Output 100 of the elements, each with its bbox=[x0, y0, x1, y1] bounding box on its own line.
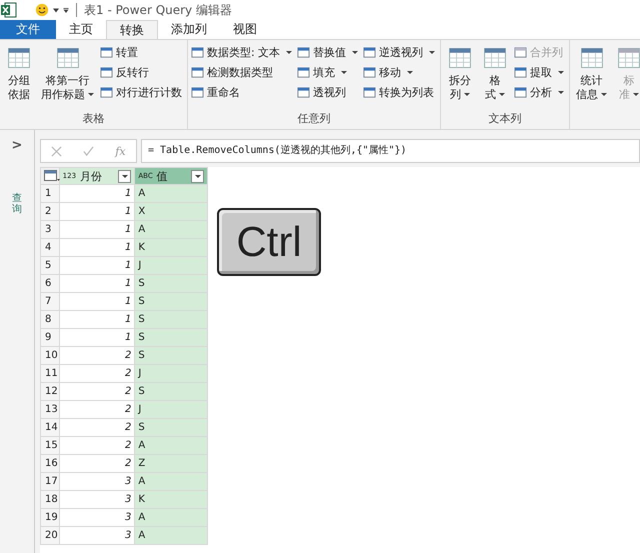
row-number: 9 bbox=[40, 328, 60, 346]
ribbon-button[interactable]: 检测数据类型 bbox=[191, 63, 294, 81]
ribbon-button[interactable]: 转置 bbox=[100, 43, 184, 61]
ribbon-tab[interactable]: 文件 bbox=[0, 20, 56, 39]
ribbon-button[interactable]: 将第一行 用作标题 bbox=[38, 43, 97, 111]
check-icon[interactable] bbox=[83, 146, 94, 156]
ribbon-tab[interactable]: 添加列 bbox=[158, 20, 220, 39]
table-icon bbox=[363, 86, 376, 98]
table-cell: Z bbox=[134, 454, 208, 472]
row-number: 6 bbox=[40, 274, 60, 292]
row-number: 13 bbox=[40, 400, 60, 418]
table-cell: 2 bbox=[59, 346, 135, 364]
table-cell: 3 bbox=[59, 490, 135, 508]
table-icon bbox=[297, 46, 310, 58]
ribbon-button[interactable]: 提取 bbox=[514, 63, 566, 81]
table-cell: S bbox=[134, 382, 208, 400]
ribbon-tab[interactable]: 转换 bbox=[106, 20, 158, 39]
row-number: 2 bbox=[40, 202, 60, 220]
row-number: 1 bbox=[40, 184, 60, 202]
table-icon bbox=[100, 86, 113, 98]
ribbon-button[interactable]: 分析 bbox=[514, 83, 566, 101]
row-number: 19 bbox=[40, 508, 60, 526]
table-icon bbox=[100, 46, 113, 58]
table-icon bbox=[6, 45, 32, 71]
window-title: 表1 - Power Query 编辑器 bbox=[84, 2, 232, 18]
table-cell: A bbox=[134, 436, 208, 454]
table-icon bbox=[514, 66, 528, 78]
row-number: 4 bbox=[40, 238, 60, 256]
table-icon bbox=[100, 66, 113, 78]
ribbon-tab[interactable]: 视图 bbox=[220, 20, 270, 39]
table-cell: S bbox=[134, 310, 208, 328]
customize-icon[interactable] bbox=[63, 8, 69, 12]
ribbon-button[interactable]: 对行进行计数 bbox=[100, 83, 184, 101]
table-cell: 2 bbox=[59, 418, 135, 436]
table-cell: 2 bbox=[59, 436, 135, 454]
table-icon bbox=[514, 86, 528, 98]
caret-icon[interactable] bbox=[53, 8, 59, 12]
table-cell: S bbox=[134, 274, 208, 292]
ribbon-button[interactable]: 透视列 bbox=[297, 83, 360, 101]
ribbon-button[interactable]: 反转行 bbox=[100, 63, 184, 81]
table-cell: J bbox=[134, 364, 208, 382]
group-label: 文本列 bbox=[488, 111, 523, 127]
table-cell: 1 bbox=[59, 220, 135, 238]
row-number: 10 bbox=[40, 346, 60, 364]
table-icon bbox=[363, 46, 376, 58]
ribbon-button[interactable]: 数据类型: 文本 bbox=[191, 43, 294, 61]
row-number: 7 bbox=[40, 292, 60, 310]
table-cell: 2 bbox=[59, 400, 135, 418]
ribbon-button[interactable]: 逆透视列 bbox=[363, 43, 438, 61]
table-cell: 3 bbox=[59, 526, 135, 544]
ribbon-button[interactable]: 重命名 bbox=[191, 83, 294, 101]
row-number: 17 bbox=[40, 472, 60, 490]
table-icon bbox=[191, 66, 204, 78]
table-cell: 1 bbox=[59, 184, 135, 202]
ribbon-button[interactable]: 拆分 列 bbox=[444, 43, 476, 111]
table-cell: X bbox=[134, 202, 208, 220]
formula-field[interactable]: = Table.RemoveColumns(逆透视的其他列,{"属性"}) bbox=[141, 139, 640, 163]
table-icon bbox=[482, 45, 508, 71]
row-number: 8 bbox=[40, 310, 60, 328]
table-cell: A bbox=[134, 184, 208, 202]
table-cell: A bbox=[134, 220, 208, 238]
table-cell: 1 bbox=[59, 328, 135, 346]
ribbon-button[interactable]: 分组 依据 bbox=[3, 43, 35, 111]
ribbon-button[interactable]: 移动 bbox=[363, 63, 438, 81]
expand-toggle[interactable]: > bbox=[12, 138, 22, 153]
ribbon-button[interactable]: 转换为列表 bbox=[363, 83, 438, 101]
table-cell: J bbox=[134, 256, 208, 274]
ribbon-button[interactable]: 统计 信息 bbox=[573, 43, 610, 129]
table-cell: S bbox=[134, 292, 208, 310]
queries-label: 查询 bbox=[12, 193, 22, 215]
row-number: 12 bbox=[40, 382, 60, 400]
table-cell: A bbox=[134, 472, 208, 490]
table-cell: 3 bbox=[59, 472, 135, 490]
ribbon-button[interactable]: 格 式 bbox=[479, 43, 512, 111]
group-label: 表格 bbox=[82, 111, 106, 127]
table-cell: S bbox=[134, 418, 208, 436]
table-cell: K bbox=[134, 490, 208, 508]
row-number: 3 bbox=[40, 220, 60, 238]
smiley-icon[interactable] bbox=[35, 3, 49, 17]
table-cell: J bbox=[134, 400, 208, 418]
table-cell: 1 bbox=[59, 292, 135, 310]
table-cell: 2 bbox=[59, 364, 135, 382]
row-number: 14 bbox=[40, 418, 60, 436]
table-icon bbox=[191, 86, 204, 98]
ribbon-tab[interactable]: 主页 bbox=[56, 20, 106, 39]
group-label: 任意列 bbox=[296, 111, 332, 127]
table-cell: 1 bbox=[59, 310, 135, 328]
ribbon-button[interactable]: 替换值 bbox=[297, 43, 360, 61]
table-icon bbox=[514, 46, 528, 58]
table-cell: S bbox=[134, 346, 208, 364]
ribbon-button[interactable]: 填充 bbox=[297, 63, 360, 81]
table-icon bbox=[297, 66, 310, 78]
table-menu-icon[interactable] bbox=[44, 170, 60, 182]
table-cell: 1 bbox=[59, 256, 135, 274]
table-icon bbox=[363, 66, 376, 78]
table-cell: A bbox=[134, 526, 208, 544]
table-cell: 3 bbox=[59, 508, 135, 526]
table-cell: A bbox=[134, 508, 208, 526]
row-number: 11 bbox=[40, 364, 60, 382]
table-icon bbox=[578, 45, 605, 71]
